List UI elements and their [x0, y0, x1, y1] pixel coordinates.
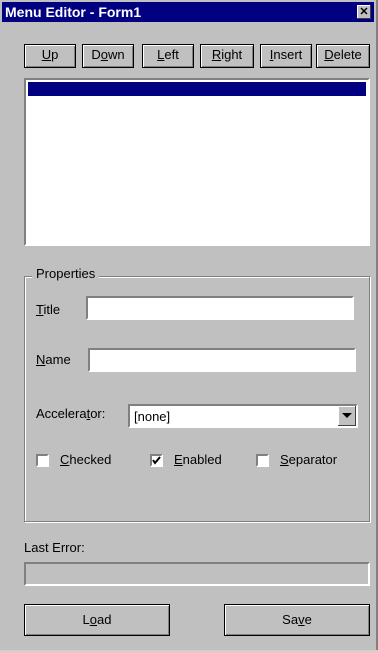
left-label-post: eft — [164, 47, 179, 62]
right-button[interactable]: Right — [200, 44, 254, 68]
name-label: Name — [36, 352, 71, 367]
window-title: Menu Editor - Form1 — [5, 4, 142, 20]
title-bar[interactable]: Menu Editor - Form1 ✕ — [2, 2, 374, 22]
selected-menu-item[interactable] — [28, 82, 366, 96]
accelerator-combo[interactable]: [none] — [128, 404, 358, 428]
load-button[interactable]: Load — [24, 604, 170, 636]
name-label-key: N — [36, 352, 46, 367]
separator-checkbox-label: Separator — [280, 452, 337, 467]
right-label-key: R — [211, 47, 222, 62]
menu-editor-window: Menu Editor - Form1 ✕ Up Down Left Right… — [0, 0, 378, 650]
down-label-pre: D — [91, 47, 101, 62]
delete-button[interactable]: Delete — [316, 44, 370, 68]
separator-label-key: S — [280, 452, 289, 467]
last-error-label: Last Error: — [24, 540, 85, 555]
enabled-checkbox-box[interactable] — [150, 454, 163, 467]
down-label-key: o — [100, 47, 108, 62]
up-label-key: U — [41, 47, 52, 62]
up-label-post: p — [51, 47, 59, 62]
dropdown-arrow-icon[interactable] — [338, 406, 356, 426]
separator-label-post: eparator — [288, 452, 338, 467]
checkmark-icon — [152, 456, 161, 465]
checked-checkbox-box[interactable] — [36, 454, 49, 467]
accelerator-label-pre: Accelera — [36, 406, 87, 421]
insert-label-post: nsert — [273, 47, 303, 62]
left-button[interactable]: Left — [142, 44, 194, 68]
delete-label-post: elete — [333, 47, 362, 62]
menu-items-list[interactable] — [24, 78, 370, 246]
enabled-label-key: E — [174, 452, 183, 467]
title-label-post: itle — [43, 302, 61, 317]
checked-label-post: hecked — [69, 452, 112, 467]
properties-group-label: Properties — [32, 266, 100, 281]
name-field[interactable] — [88, 348, 356, 372]
load-label-key: o — [89, 612, 97, 627]
delete-label-key: D — [324, 47, 334, 62]
accelerator-value: [none] — [134, 409, 171, 424]
up-button[interactable]: Up — [24, 44, 76, 68]
title-field[interactable] — [86, 296, 354, 320]
enabled-label-post: nabled — [182, 452, 222, 467]
insert-button[interactable]: Insert — [260, 44, 312, 68]
save-label-pre: Sa — [282, 612, 299, 627]
right-label-post: ight — [221, 47, 243, 62]
load-label-pre: L — [82, 612, 90, 627]
load-label-post: ad — [97, 612, 112, 627]
name-label-post: ame — [45, 352, 71, 367]
close-icon[interactable]: ✕ — [357, 5, 371, 19]
last-error-field — [24, 562, 370, 586]
accelerator-label: Accelerator: — [36, 406, 105, 421]
separator-checkbox-box[interactable] — [256, 454, 269, 467]
checked-checkbox-label: Checked — [60, 452, 111, 467]
down-label-post: wn — [108, 47, 125, 62]
down-button[interactable]: Down — [82, 44, 134, 68]
checked-label-key: C — [60, 452, 70, 467]
accelerator-label-post: or: — [90, 406, 106, 421]
save-button[interactable]: Save — [224, 604, 370, 636]
enabled-checkbox-label: Enabled — [174, 452, 222, 467]
save-label-post: e — [304, 612, 312, 627]
title-label: Title — [36, 302, 60, 317]
